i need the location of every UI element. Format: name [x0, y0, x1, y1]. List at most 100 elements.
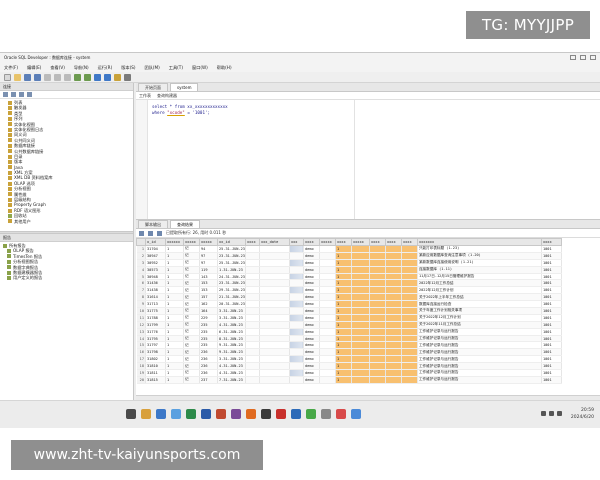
table-cell[interactable]: 1001	[541, 314, 562, 322]
table-cell[interactable]	[385, 273, 402, 281]
tab-query-builder[interactable]: 查询构建器	[157, 92, 177, 99]
table-cell[interactable]: 1	[335, 252, 352, 260]
table-cell[interactable]: 1	[165, 341, 184, 350]
table-row[interactable]: 14 31795 1 记 235 8.31-JUN-23 demo 1 工作维护记录与运行报告 1…	[136, 335, 562, 343]
table-cell[interactable]	[351, 286, 370, 295]
table-cell[interactable]	[401, 328, 418, 336]
table-cell[interactable]: 236	[199, 348, 218, 357]
table-cell[interactable]: 关于年度工作计划相关事项	[417, 307, 542, 315]
table-cell[interactable]: 162	[199, 300, 218, 309]
table-cell[interactable]	[259, 259, 290, 267]
table-cell[interactable]: 1001	[541, 252, 562, 260]
table-cell[interactable]: 1001	[541, 266, 562, 274]
table-cell[interactable]: 31776	[145, 328, 166, 336]
table-cell[interactable]: 工作维护记录与运行报告	[417, 335, 542, 343]
table-cell[interactable]	[245, 259, 260, 267]
table-cell[interactable]: 1	[335, 355, 352, 364]
table-cell[interactable]	[289, 376, 304, 384]
table-cell[interactable]	[289, 348, 304, 357]
table-cell[interactable]	[369, 259, 386, 267]
table-cell[interactable]	[401, 300, 418, 309]
table-cell[interactable]: 4.31-JUN-23	[217, 369, 246, 377]
table-cell[interactable]: 97	[199, 259, 218, 267]
table-cell[interactable]: 记	[183, 341, 200, 350]
table-cell[interactable]: 1001	[541, 300, 562, 309]
network-icon[interactable]	[541, 411, 546, 416]
table-cell[interactable]	[245, 355, 260, 364]
table-cell[interactable]	[351, 341, 370, 350]
menu-tools[interactable]: 工具(T)	[169, 63, 183, 72]
table-cell[interactable]: 工作维护记录与运行报告	[417, 369, 542, 377]
table-cell[interactable]	[245, 314, 260, 322]
table-cell[interactable]: 1	[165, 376, 184, 384]
table-cell[interactable]: 1001	[541, 335, 562, 343]
column-header[interactable]: x_id	[145, 238, 166, 246]
table-cell[interactable]	[259, 362, 290, 371]
add-connection-icon[interactable]	[3, 92, 8, 97]
table-cell[interactable]	[245, 300, 260, 309]
table-cell[interactable]	[401, 321, 418, 329]
table-cell[interactable]	[401, 341, 418, 350]
table-cell[interactable]	[385, 259, 402, 267]
table-cell[interactable]	[385, 245, 402, 253]
column-header[interactable]: xxxx	[368, 238, 386, 246]
table-cell[interactable]: 1001	[541, 341, 562, 350]
table-cell[interactable]	[385, 279, 402, 288]
menu-help[interactable]: 帮助(H)	[217, 63, 232, 72]
table-cell[interactable]: 1001	[541, 362, 562, 371]
table-cell[interactable]	[401, 348, 418, 357]
table-cell[interactable]: demo	[303, 259, 320, 267]
redo-icon[interactable]	[84, 73, 91, 81]
start-icon[interactable]	[126, 409, 136, 419]
table-cell[interactable]: 1	[335, 259, 352, 267]
sql-developer-icon[interactable]	[336, 409, 346, 419]
column-header[interactable]: xxxx	[384, 238, 402, 246]
table-cell[interactable]: 30947	[145, 252, 166, 260]
table-cell[interactable]: 记	[183, 369, 200, 377]
table-cell[interactable]	[259, 245, 290, 253]
column-header[interactable]: xxx_date	[258, 238, 290, 246]
table-cell[interactable]	[401, 273, 418, 281]
table-cell[interactable]: 1	[335, 300, 352, 309]
table-cell[interactable]	[351, 279, 370, 288]
table-cell[interactable]: 1	[335, 314, 352, 322]
table-cell[interactable]	[289, 300, 304, 309]
table-row[interactable]: 1 31704 1 记 94 25.31-JUN-23 demo 1 只能打印表标题 (1.23…	[136, 245, 562, 253]
column-header[interactable]: xx_id	[217, 238, 246, 246]
table-cell[interactable]	[259, 286, 290, 295]
table-cell[interactable]	[401, 266, 418, 274]
word-icon[interactable]	[201, 409, 211, 419]
table-cell[interactable]	[351, 321, 370, 329]
close-icon[interactable]	[590, 55, 596, 60]
open-icon[interactable]	[14, 73, 21, 81]
table-cell[interactable]	[289, 355, 304, 364]
table-cell[interactable]: 21.31-JUN-23	[217, 293, 246, 302]
menu-navigate[interactable]: 导航(N)	[74, 63, 89, 72]
table-cell[interactable]: 1001	[541, 328, 562, 336]
row-number[interactable]: 8	[136, 293, 146, 302]
table-cell[interactable]: 235	[199, 328, 218, 336]
table-cell[interactable]: 1	[335, 279, 352, 288]
table-cell[interactable]: 记	[183, 273, 200, 281]
row-number[interactable]: 12	[136, 321, 146, 329]
table-cell[interactable]	[319, 341, 336, 350]
table-cell[interactable]	[385, 293, 402, 302]
app-icon[interactable]	[246, 409, 256, 419]
table-cell[interactable]	[245, 341, 260, 350]
onenote-icon[interactable]	[231, 409, 241, 419]
table-cell[interactable]	[401, 259, 418, 267]
table-cell[interactable]: 1	[165, 307, 184, 315]
table-cell[interactable]: 1	[335, 362, 352, 371]
table-cell[interactable]	[369, 321, 386, 329]
row-number[interactable]: 4	[136, 266, 146, 274]
table-cell[interactable]	[245, 245, 260, 253]
table-cell[interactable]	[319, 321, 336, 329]
table-cell[interactable]	[369, 245, 386, 253]
table-cell[interactable]	[259, 335, 290, 343]
table-cell[interactable]: 31802	[145, 355, 166, 364]
table-cell[interactable]: 工作维护记录与运行报告	[417, 341, 542, 350]
table-cell[interactable]: demo	[303, 266, 320, 274]
browser-icon[interactable]	[156, 409, 166, 419]
table-cell[interactable]	[245, 376, 260, 384]
table-cell[interactable]: 1	[335, 293, 352, 302]
